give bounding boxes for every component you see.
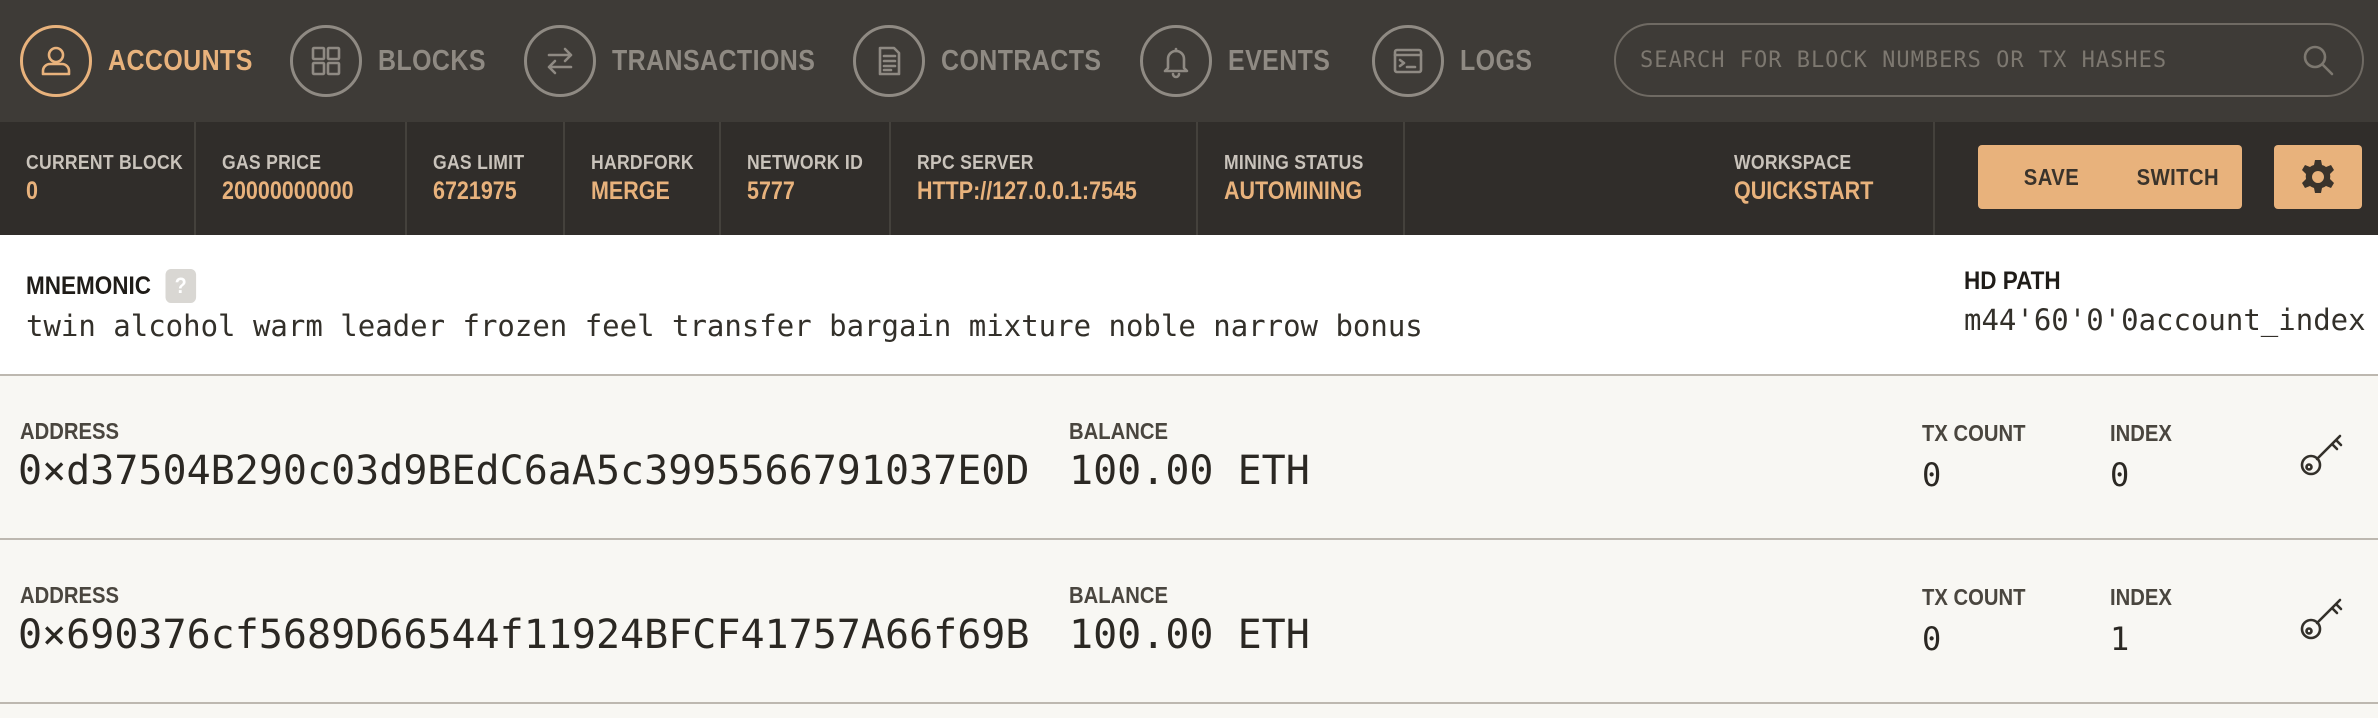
search-bar: [1614, 23, 2364, 97]
switch-button-label: SWITCH: [2136, 163, 2220, 190]
nav-transactions[interactable]: TRANSACTIONS: [524, 24, 848, 98]
gear-icon: [2302, 160, 2334, 193]
top-navigation: ACCOUNTS BLOCKS TRANSACTIONS CONTRACTS E…: [0, 0, 2378, 122]
tx-count-value: 0: [1922, 456, 1942, 494]
workspace-stat: WORKSPACE QUICKSTART: [1708, 122, 1935, 235]
save-button[interactable]: SAVE: [1978, 145, 2125, 209]
current-block-value: 0: [26, 177, 38, 205]
mining-status-label: MINING STATUS: [1224, 152, 1364, 174]
nav-blocks[interactable]: BLOCKS: [290, 24, 503, 98]
switch-button[interactable]: SWITCH: [2114, 145, 2242, 209]
key-icon[interactable]: [2296, 592, 2348, 644]
gas-limit-stat: GAS LIMIT 6721975: [407, 122, 565, 235]
nav-accounts[interactable]: ACCOUNTS: [20, 24, 276, 98]
gas-price-label: GAS PRICE: [222, 152, 322, 174]
user-icon: [20, 25, 92, 97]
nav-blocks-label: BLOCKS: [378, 44, 486, 77]
transfer-arrows-icon: [524, 25, 596, 97]
hardfork-label: HARDFORK: [591, 152, 694, 174]
address-label: ADDRESS: [20, 582, 119, 608]
mining-status-value: AUTOMINING: [1224, 177, 1363, 205]
status-bar: CURRENT BLOCK 0 GAS PRICE 20000000000 GA…: [0, 122, 2378, 235]
nav-logs[interactable]: LOGS: [1372, 24, 1544, 98]
network-id-stat: NETWORK ID 5777: [721, 122, 891, 235]
balance-value: 100.00 ETH: [1069, 448, 1310, 494]
grid-icon: [290, 25, 362, 97]
mnemonic-title-text: MNEMONIC: [26, 271, 152, 300]
account-row[interactable]: ADDRESS 0×d37504B290c03d9BEdC6aA5c399556…: [0, 376, 2378, 540]
terminal-icon: [1372, 25, 1444, 97]
hardfork-stat: HARDFORK MERGE: [565, 122, 721, 235]
tx-count-value: 0: [1922, 620, 1942, 658]
mnemonic-title: MNEMONIC ?: [26, 269, 197, 303]
search-input[interactable]: [1640, 47, 2298, 73]
rpc-server-value: HTTP://127.0.0.1:7545: [917, 177, 1137, 205]
index-value: 1: [2110, 620, 2130, 658]
mining-status-stat: MINING STATUS AUTOMINING: [1198, 122, 1405, 235]
nav-accounts-label: ACCOUNTS: [108, 44, 253, 77]
balance-value: 100.00 ETH: [1069, 612, 1310, 658]
gas-price-value: 20000000000: [222, 177, 354, 205]
rpc-server-label: RPC SERVER: [917, 152, 1034, 174]
nav-contracts-label: CONTRACTS: [941, 44, 1102, 77]
address-value: 0×690376cf5689D66544f11924BFCF41757A66f6…: [18, 612, 1030, 658]
gas-limit-label: GAS LIMIT: [433, 152, 525, 174]
index-label: INDEX: [2110, 584, 2172, 610]
index-label: INDEX: [2110, 420, 2172, 446]
hd-path-value: m44'60'0'0account_index: [1964, 303, 2366, 337]
document-icon: [853, 25, 925, 97]
gas-limit-value: 6721975: [433, 177, 517, 205]
balance-label: BALANCE: [1069, 418, 1168, 444]
nav-events-label: EVENTS: [1228, 44, 1331, 77]
nav-contracts[interactable]: CONTRACTS: [853, 24, 1128, 98]
account-row[interactable]: ADDRESS 0×690376cf5689D66544f11924BFCF41…: [0, 540, 2378, 704]
address-label: ADDRESS: [20, 418, 119, 444]
tx-count-label: TX COUNT: [1922, 420, 2026, 446]
gas-price-stat: GAS PRICE 20000000000: [196, 122, 407, 235]
address-value: 0×d37504B290c03d9BEdC6aA5c3995566791037E…: [18, 448, 1030, 494]
mnemonic-panel: MNEMONIC ? twin alcohol warm leader froz…: [0, 235, 2378, 376]
nav-events[interactable]: EVENTS: [1140, 24, 1347, 98]
help-icon[interactable]: ?: [165, 269, 197, 303]
nav-transactions-label: TRANSACTIONS: [612, 44, 816, 77]
settings-button[interactable]: [2274, 145, 2362, 209]
workspace-value: QUICKSTART: [1734, 177, 1874, 205]
balance-label: BALANCE: [1069, 582, 1168, 608]
tx-count-label: TX COUNT: [1922, 584, 2026, 610]
search-icon[interactable]: [2298, 40, 2338, 80]
hardfork-value: MERGE: [591, 177, 670, 205]
key-icon[interactable]: [2296, 428, 2348, 480]
workspace-label: WORKSPACE: [1734, 152, 1852, 174]
network-id-label: NETWORK ID: [747, 152, 864, 174]
save-button-label: SAVE: [2023, 163, 2080, 190]
nav-logs-label: LOGS: [1460, 44, 1533, 77]
mnemonic-words: twin alcohol warm leader frozen feel tra…: [26, 309, 1423, 343]
bell-icon: [1140, 25, 1212, 97]
network-id-value: 5777: [747, 177, 795, 205]
current-block-label: CURRENT BLOCK: [26, 152, 183, 174]
rpc-server-stat: RPC SERVER HTTP://127.0.0.1:7545: [891, 122, 1198, 235]
index-value: 0: [2110, 456, 2130, 494]
hd-path-label: HD PATH: [1964, 267, 2061, 295]
current-block-stat: CURRENT BLOCK 0: [0, 122, 196, 235]
